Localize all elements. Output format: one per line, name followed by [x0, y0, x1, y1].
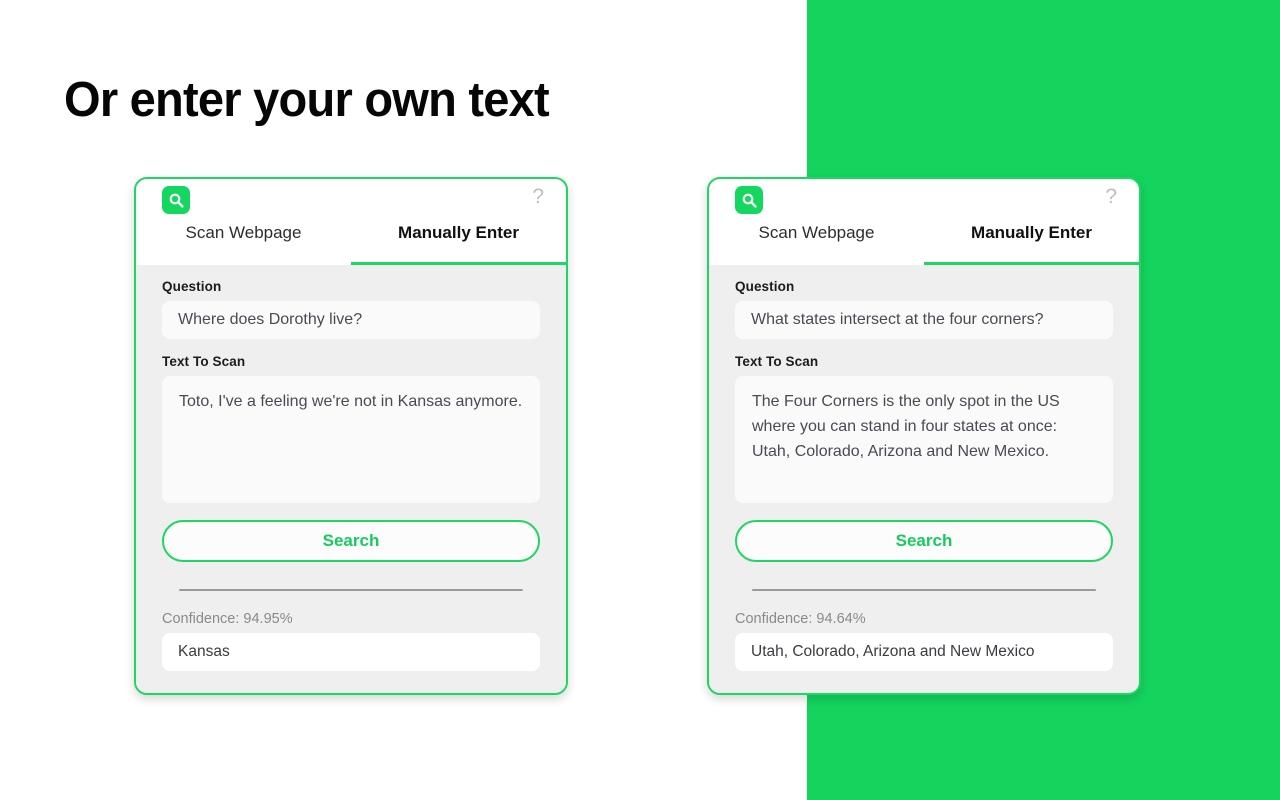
- question-label: Question: [162, 279, 222, 294]
- card-body: Question Where does Dorothy live? Text T…: [136, 265, 566, 693]
- question-input[interactable]: Where does Dorothy live?: [162, 301, 540, 339]
- card-body: Question What states intersect at the fo…: [709, 265, 1139, 693]
- search-button[interactable]: Search: [162, 520, 540, 562]
- question-label: Question: [735, 279, 795, 294]
- tab-manually-enter[interactable]: Manually Enter: [351, 220, 566, 265]
- card-header-top: ?: [136, 179, 566, 220]
- help-icon[interactable]: ?: [1105, 184, 1117, 210]
- section-divider: [179, 589, 523, 591]
- magnifier-icon: [735, 186, 763, 214]
- card-header: ? Scan Webpage Manually Enter: [709, 179, 1139, 265]
- text-to-scan-input[interactable]: Toto, I've a feeling we're not in Kansas…: [162, 376, 540, 503]
- text-to-scan-label: Text To Scan: [162, 354, 246, 369]
- card-header-top: ?: [709, 179, 1139, 220]
- text-to-scan-input[interactable]: The Four Corners is the only spot in the…: [735, 376, 1113, 503]
- confidence-label: Confidence: 94.64%: [735, 611, 866, 627]
- answer-box: Kansas: [162, 633, 540, 671]
- section-divider: [752, 589, 1096, 591]
- qa-card-left: ? Scan Webpage Manually Enter Question W…: [134, 177, 568, 695]
- tab-manually-enter[interactable]: Manually Enter: [924, 220, 1139, 265]
- search-button[interactable]: Search: [735, 520, 1113, 562]
- qa-card-right: ? Scan Webpage Manually Enter Question W…: [707, 177, 1141, 695]
- page-title: Or enter your own text: [64, 73, 550, 127]
- confidence-label: Confidence: 94.95%: [162, 611, 293, 627]
- magnifier-icon: [162, 186, 190, 214]
- card-header: ? Scan Webpage Manually Enter: [136, 179, 566, 265]
- help-icon[interactable]: ?: [532, 184, 544, 210]
- tab-bar: Scan Webpage Manually Enter: [136, 220, 566, 265]
- question-input[interactable]: What states intersect at the four corner…: [735, 301, 1113, 339]
- tab-scan-webpage[interactable]: Scan Webpage: [709, 220, 924, 265]
- answer-box: Utah, Colorado, Arizona and New Mexico: [735, 633, 1113, 671]
- tab-scan-webpage[interactable]: Scan Webpage: [136, 220, 351, 265]
- tab-bar: Scan Webpage Manually Enter: [709, 220, 1139, 265]
- text-to-scan-label: Text To Scan: [735, 354, 819, 369]
